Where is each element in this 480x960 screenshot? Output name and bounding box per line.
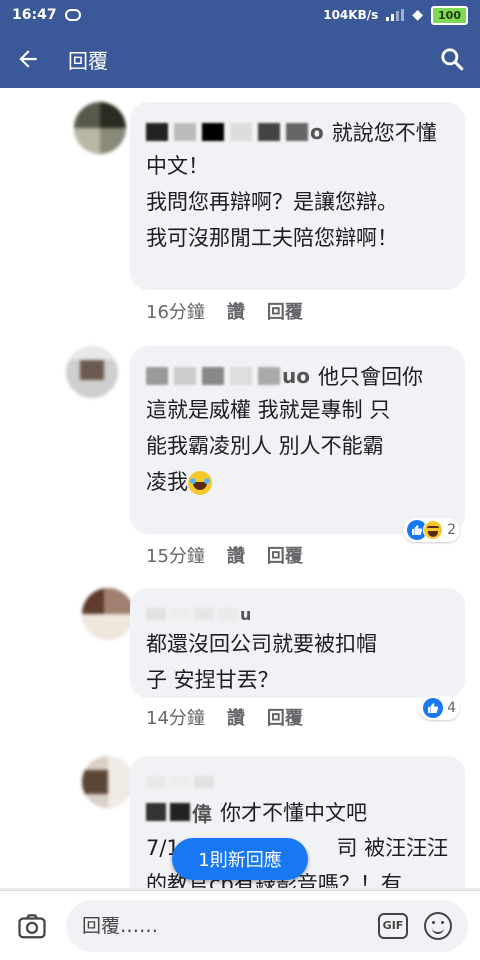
messenger-icon: [64, 9, 81, 21]
comment-actions: 16分鐘 讚 回覆: [146, 298, 303, 324]
emoji-picker-icon[interactable]: [424, 911, 452, 940]
comment-text-line: 這就是威權 我就是專制 只: [146, 398, 391, 422]
comment-text-line: 中文！: [146, 154, 209, 178]
comment-time: 14分鐘: [146, 708, 205, 729]
avatar[interactable]: [66, 346, 118, 398]
page-title: 回覆: [68, 48, 108, 73]
comment-time: 16分鐘: [146, 302, 205, 323]
comment-actions: 14分鐘 讚 回覆: [146, 704, 303, 730]
reply-composer: GIF: [0, 890, 480, 960]
comment-actions: 15分鐘 讚 回覆: [146, 542, 303, 568]
comment-text-first-line: 他只會回你: [317, 365, 423, 389]
status-time: 16:47: [12, 7, 57, 23]
reaction-count: 2: [447, 522, 456, 538]
like-button[interactable]: 讚: [227, 298, 245, 324]
comment-text-line: 能我霸凌別人 別人不能霸: [146, 434, 384, 458]
gif-icon[interactable]: GIF: [378, 912, 408, 939]
reaction-summary[interactable]: 4: [419, 696, 460, 720]
commenter-name-suffix: uo: [282, 364, 310, 388]
avatar[interactable]: [74, 102, 126, 154]
comment-text-line: 都還沒回公司就要被扣帽: [146, 632, 377, 656]
commenter-name-redacted[interactable]: [146, 803, 190, 821]
comments-list[interactable]: o 就說您不懂 中文！ 我問您再辯啊？是讓您辯。 我可沒那閒工夫陪您辯啊！ 16…: [0, 88, 480, 888]
reply-button[interactable]: 回覆: [267, 298, 303, 324]
reaction-count: 4: [447, 700, 456, 716]
comment-bubble[interactable]: o 就說您不懂 中文！ 我問您再辯啊？是讓您辯。 我可沒那閒工夫陪您辯啊！: [130, 102, 465, 290]
comment-text-line: 凌我: [146, 464, 449, 500]
avatar[interactable]: [82, 756, 134, 808]
comment-text-line: 子 安捏甘丟？: [146, 668, 279, 692]
new-reply-button[interactable]: 1則新回應: [172, 838, 308, 880]
comment-text-first-line: 就說您不懂: [331, 121, 437, 145]
reaction-summary[interactable]: 2: [403, 518, 460, 542]
comment-time: 15分鐘: [146, 546, 205, 567]
signal-icon: [386, 9, 405, 21]
comment-text-line: 我問您再辯啊？是讓您辯。: [146, 190, 398, 214]
app-bar: 回覆: [0, 30, 480, 88]
battery-icon: 100: [431, 5, 468, 25]
comment-text-tail: 司 被汪汪汪: [336, 836, 449, 860]
like-button[interactable]: 讚: [227, 542, 245, 568]
reply-button[interactable]: 回覆: [267, 704, 303, 730]
commenter-name-suffix: 偉: [192, 801, 212, 826]
commenter-name-redacted[interactable]: [146, 367, 280, 385]
reply-input[interactable]: [82, 914, 370, 937]
reply-button[interactable]: 回覆: [267, 542, 303, 568]
comment-text-first-line: 你才不懂中文吧: [220, 801, 367, 825]
comment-bubble[interactable]: uo 他只會回你 這就是威權 我就是專制 只 能我霸凌別人 別人不能霸 凌我: [130, 346, 465, 534]
network-speed: 104KB/s: [323, 8, 379, 22]
wifi-icon: ◆: [412, 7, 424, 23]
like-button[interactable]: 讚: [227, 704, 245, 730]
back-arrow-icon[interactable]: [0, 30, 56, 88]
comment-text-last: 凌我: [146, 470, 188, 494]
haha-reaction-icon: [423, 520, 444, 540]
search-icon[interactable]: [424, 30, 480, 88]
comment-bubble[interactable]: u 都還沒回公司就要被扣帽 子 安捏甘丟？: [130, 588, 465, 698]
commenter-name-suffix: o: [310, 120, 324, 144]
laughing-tears-emoji-icon: [188, 471, 212, 495]
status-bar: 16:47 104KB/s ◆ 100: [0, 0, 480, 30]
like-reaction-icon: [423, 698, 444, 718]
commenter-name-redacted[interactable]: [146, 123, 308, 141]
camera-icon[interactable]: [12, 906, 52, 946]
commenter-name-redacted[interactable]: [146, 608, 238, 620]
commenter-name-redacted[interactable]: [146, 776, 214, 788]
comment-text-line: 我可沒那閒工夫陪您辯啊！: [146, 226, 398, 250]
status-right: 104KB/s ◆ 100: [323, 5, 468, 25]
avatar[interactable]: [82, 588, 134, 640]
commenter-name-suffix: u: [240, 604, 252, 624]
reply-input-wrapper[interactable]: GIF: [66, 899, 468, 952]
